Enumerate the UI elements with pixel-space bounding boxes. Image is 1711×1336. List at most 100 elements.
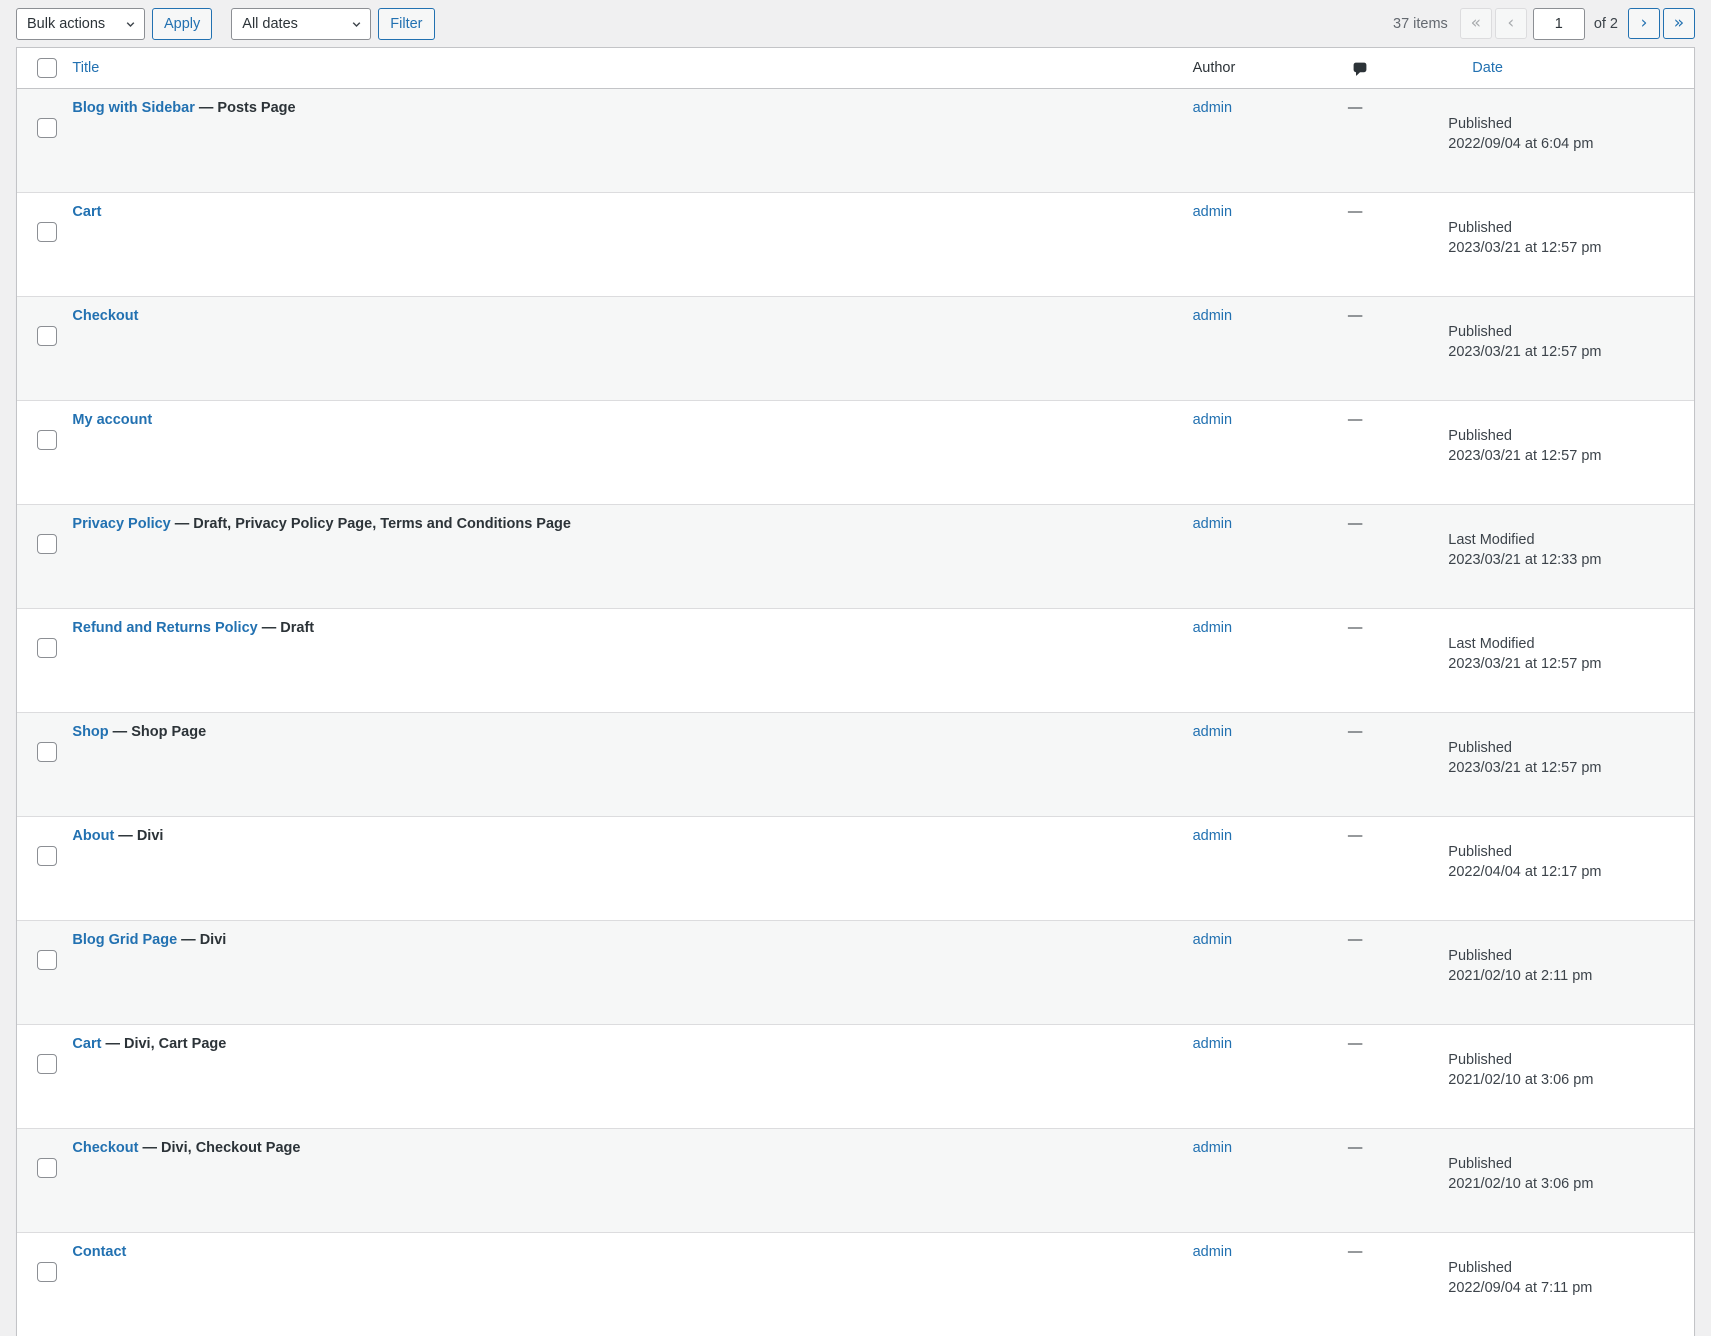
row-select-checkbox[interactable]: [37, 846, 57, 866]
column-header-date-inner: Date: [1448, 60, 1503, 76]
apply-button[interactable]: Apply: [152, 8, 212, 40]
row-select-checkbox[interactable]: [37, 742, 57, 762]
date-filter-selected-value: All dates: [242, 9, 298, 39]
row-date-value: 2023/03/21 at 12:57 pm: [1448, 656, 1678, 672]
select-all-checkbox[interactable]: [37, 58, 57, 78]
column-header-title[interactable]: Title: [70, 48, 1170, 89]
row-date-status: Published: [1448, 428, 1678, 444]
row-select-checkbox[interactable]: [37, 326, 57, 346]
row-author-link[interactable]: admin: [1193, 204, 1233, 220]
row-author-inner: admin: [1171, 1244, 1233, 1260]
row-select-checkbox[interactable]: [37, 534, 57, 554]
row-author-cell: admin: [1171, 1129, 1331, 1233]
column-header-title-link[interactable]: Title: [72, 60, 99, 76]
row-title-link[interactable]: Shop: [72, 724, 108, 740]
row-date-status: Published: [1448, 740, 1678, 756]
row-comments-cell: —: [1331, 609, 1448, 713]
row-date-status: Last Modified: [1448, 532, 1678, 548]
row-title-link[interactable]: Refund and Returns Policy: [72, 620, 257, 636]
row-title-link[interactable]: Cart: [72, 1036, 101, 1052]
column-header-date-link[interactable]: Date: [1472, 60, 1503, 76]
row-title-link[interactable]: Checkout: [72, 1140, 138, 1156]
row-comments-count: —: [1331, 828, 1363, 844]
row-title-link[interactable]: Cart: [72, 204, 101, 220]
row-date-status: Published: [1448, 844, 1678, 860]
total-pages-label: of 2: [1594, 16, 1618, 32]
filter-button[interactable]: Filter: [378, 8, 434, 40]
table-navigation-top: Bulk actions Apply All dates Filter 37 i…: [0, 0, 1711, 47]
row-author-link[interactable]: admin: [1193, 932, 1233, 948]
row-select-checkbox[interactable]: [37, 950, 57, 970]
row-title-link[interactable]: Checkout: [72, 308, 138, 324]
column-header-date[interactable]: Date: [1448, 48, 1694, 89]
row-select-cell: [17, 1025, 70, 1129]
bulk-actions-select[interactable]: Bulk actions: [16, 8, 145, 40]
row-author-link[interactable]: admin: [1193, 1244, 1233, 1260]
row-date-value: 2022/09/04 at 6:04 pm: [1448, 136, 1678, 152]
current-page-input[interactable]: [1533, 8, 1585, 40]
row-title-cell: Refund and Returns Policy — Draft: [70, 609, 1170, 713]
row-date-value: 2021/02/10 at 2:11 pm: [1448, 968, 1678, 984]
column-header-comments[interactable]: [1331, 48, 1448, 89]
row-author-link[interactable]: admin: [1193, 412, 1233, 428]
row-title-link[interactable]: Privacy Policy: [72, 516, 170, 532]
items-count: 37 items: [1393, 16, 1448, 32]
row-date-value: 2021/02/10 at 3:06 pm: [1448, 1072, 1678, 1088]
row-author-link[interactable]: admin: [1193, 516, 1233, 532]
last-page-button[interactable]: »: [1663, 8, 1695, 39]
row-author-cell: admin: [1171, 1025, 1331, 1129]
row-select-checkbox[interactable]: [37, 222, 57, 242]
row-date-inner: Last Modified2023/03/21 at 12:57 pm: [1448, 620, 1678, 672]
row-author-link[interactable]: admin: [1193, 724, 1233, 740]
row-title-link[interactable]: Contact: [72, 1244, 126, 1260]
row-title-link[interactable]: My account: [72, 412, 152, 428]
next-page-button[interactable]: ›: [1628, 8, 1660, 39]
row-author-cell: admin: [1171, 817, 1331, 921]
row-select-checkbox[interactable]: [37, 118, 57, 138]
row-author-inner: admin: [1171, 204, 1233, 220]
row-date-cell: Published2021/02/10 at 3:06 pm: [1448, 1025, 1694, 1129]
row-author-link[interactable]: admin: [1193, 1036, 1233, 1052]
previous-page-button: ‹: [1495, 8, 1527, 39]
date-filter-select[interactable]: All dates: [231, 8, 371, 40]
row-select-checkbox[interactable]: [37, 1054, 57, 1074]
row-date-inner: Published 2023/03/21 at 12:57 pm: [1448, 724, 1678, 776]
row-date-cell: Published 2023/03/21 at 12:57 pm: [1448, 713, 1694, 817]
row-author-cell: admin: [1171, 89, 1331, 193]
column-header-author: Author: [1171, 48, 1331, 89]
select-all-header: [17, 48, 70, 89]
row-author-inner: admin: [1171, 1036, 1233, 1052]
row-date-inner: Published2023/03/21 at 12:57 pm: [1448, 204, 1678, 256]
row-comments-count: —: [1331, 308, 1363, 324]
row-title-link[interactable]: About: [72, 828, 114, 844]
table-header-row: Title Author: [17, 48, 1694, 89]
pages-list-table: Title Author: [17, 48, 1694, 1336]
table-row: Cart admin — Published2023/03/21 at 12:57 p…: [17, 193, 1694, 297]
row-author-inner: admin: [1171, 932, 1233, 948]
row-select-checkbox[interactable]: [37, 1158, 57, 1178]
row-date-inner: Published2023/03/21 at 12:57 pm: [1448, 412, 1678, 464]
row-date-cell: Published2023/03/21 at 12:57 pm: [1448, 401, 1694, 505]
row-date-value: 2023/03/21 at 12:57 pm: [1448, 760, 1678, 776]
row-author-link[interactable]: admin: [1193, 620, 1233, 636]
column-header-author-label: Author: [1193, 60, 1236, 76]
row-title-link[interactable]: Blog Grid Page: [72, 932, 177, 948]
row-comments-count: —: [1331, 1036, 1363, 1052]
row-author-link[interactable]: admin: [1193, 308, 1233, 324]
row-author-link[interactable]: admin: [1193, 1140, 1233, 1156]
row-author-inner: admin: [1171, 620, 1233, 636]
row-author-link[interactable]: admin: [1193, 100, 1233, 116]
row-select-checkbox[interactable]: [37, 1262, 57, 1282]
row-author-link[interactable]: admin: [1193, 828, 1233, 844]
row-date-cell: Last Modified2023/03/21 at 12:33 pm: [1448, 505, 1694, 609]
row-comments-cell: —: [1331, 817, 1448, 921]
row-post-state: — Shop Page: [109, 724, 207, 740]
row-comments-count: —: [1331, 204, 1363, 220]
row-select-cell: [17, 1233, 70, 1336]
row-select-checkbox[interactable]: [37, 430, 57, 450]
row-title-cell: Checkout: [70, 297, 1170, 401]
row-title-link[interactable]: Blog with Sidebar: [72, 100, 194, 116]
row-select-checkbox[interactable]: [37, 638, 57, 658]
row-post-state: — Divi, Checkout Page: [138, 1140, 300, 1156]
row-author-cell: admin: [1171, 401, 1331, 505]
